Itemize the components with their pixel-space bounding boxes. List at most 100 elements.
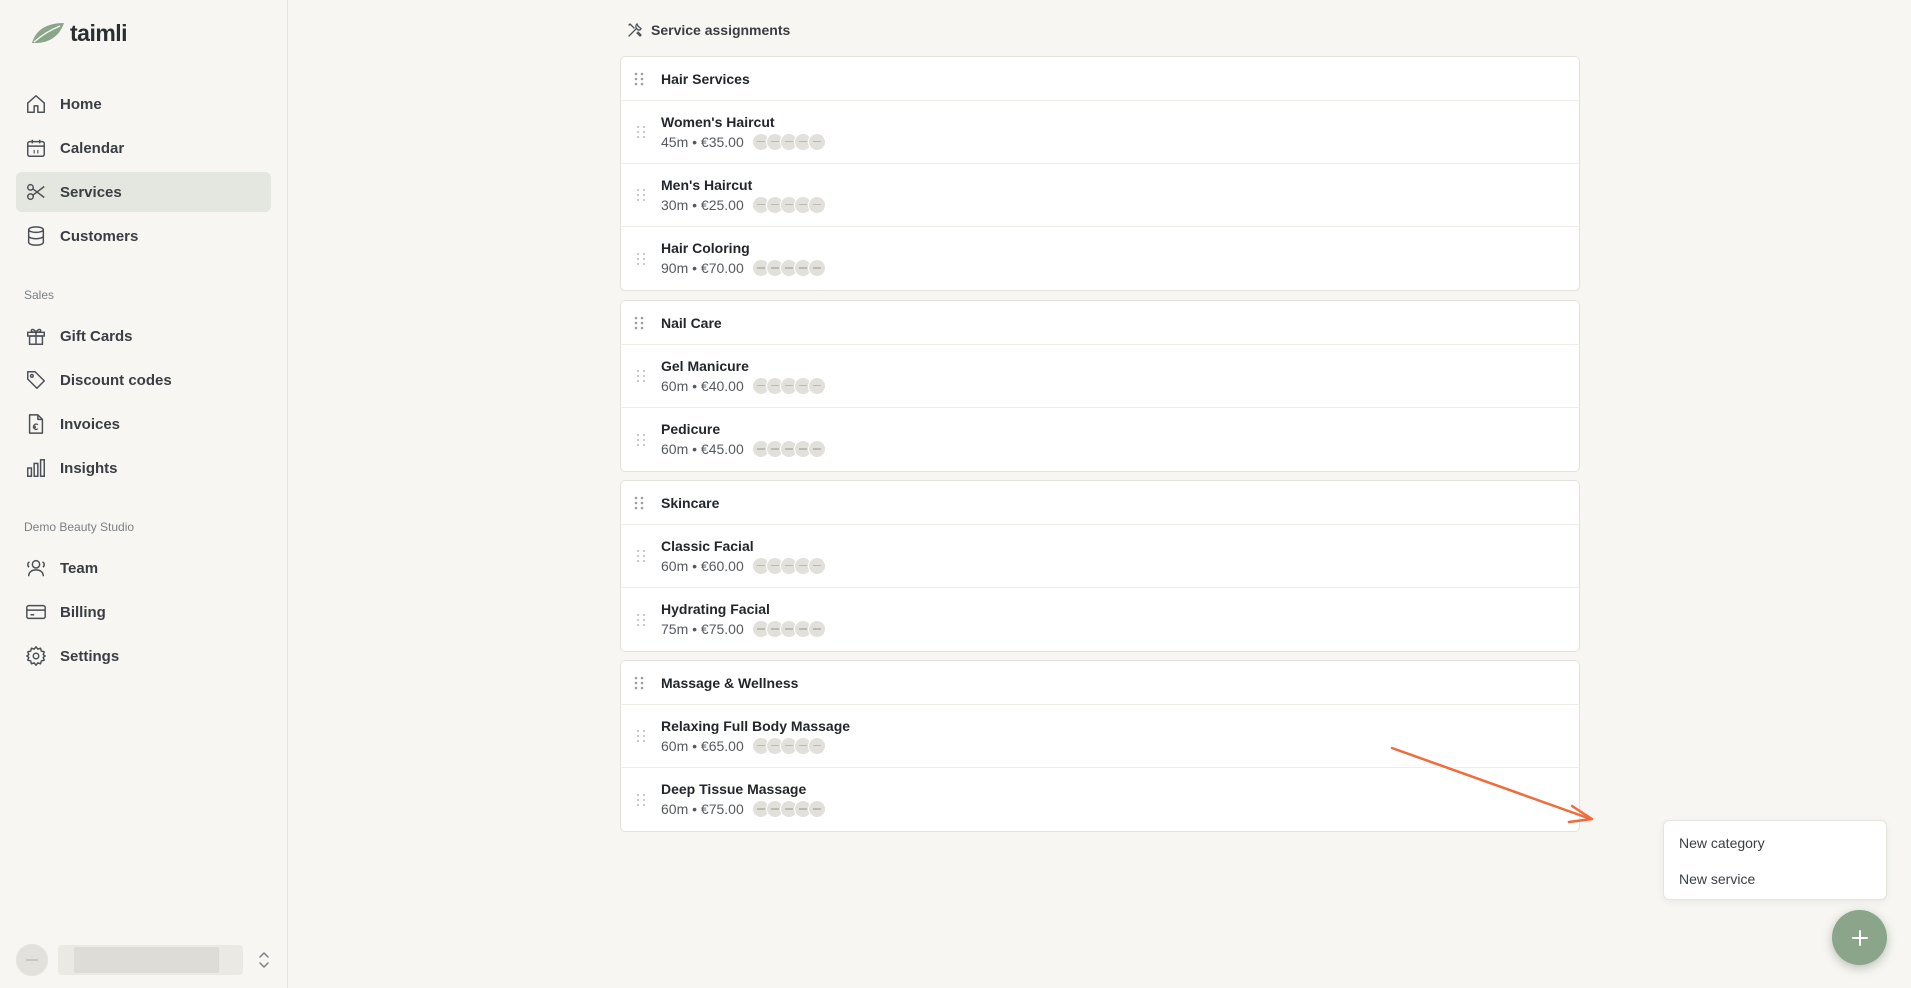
sidebar-item-label: Customers bbox=[60, 227, 139, 245]
drag-handle-icon[interactable] bbox=[633, 675, 645, 691]
service-row[interactable]: Men's Haircut 30m • €25.00 bbox=[621, 164, 1579, 227]
service-name: Men's Haircut bbox=[661, 176, 753, 193]
sidebar-item-label: Insights bbox=[60, 459, 118, 477]
drag-handle-icon[interactable] bbox=[635, 368, 647, 384]
service-row[interactable]: Classic Facial 60m • €60.00 bbox=[621, 525, 1579, 588]
sidebar-item-label: Discount codes bbox=[60, 371, 172, 389]
service-name: Hair Coloring bbox=[661, 240, 750, 256]
org-section-label: Demo Beauty Studio bbox=[24, 520, 135, 534]
staff-avatars bbox=[751, 800, 826, 818]
drag-handle-icon[interactable] bbox=[635, 187, 647, 203]
credit-card-icon bbox=[24, 600, 48, 624]
sidebar-item-home[interactable]: Home bbox=[16, 84, 271, 124]
sidebar-item-label: Calendar bbox=[60, 139, 125, 157]
category-name[interactable]: Hair Services bbox=[661, 71, 750, 87]
service-row[interactable]: Hydrating Facial 75m • €75.00 bbox=[621, 588, 1579, 651]
service-name: Gel Manicure bbox=[661, 357, 749, 374]
drag-handle-icon[interactable] bbox=[635, 728, 647, 744]
sidebar-item-customers[interactable]: Customers bbox=[16, 216, 271, 256]
staff-avatars bbox=[751, 556, 826, 575]
drag-handle-icon[interactable] bbox=[633, 495, 645, 511]
sidebar: taimli Home Calendar Services Customers … bbox=[0, 0, 288, 988]
service-row[interactable]: Deep Tissue Massage 60m • €75.00 bbox=[621, 768, 1579, 831]
sidebar-item-label: Billing bbox=[60, 603, 106, 621]
service-duration-price: 60m • €65.00 bbox=[661, 737, 744, 754]
category-card: Skincare Classic Facial 60m • €60.00 Hyd… bbox=[620, 480, 1580, 652]
service-row[interactable]: Relaxing Full Body Massage 60m • €65.00 bbox=[621, 705, 1579, 768]
plus-icon bbox=[1851, 929, 1868, 946]
sidebar-item-settings[interactable]: Settings bbox=[16, 636, 271, 676]
bar-chart-icon bbox=[24, 456, 48, 480]
sidebar-item-calendar[interactable]: Calendar bbox=[16, 128, 271, 168]
create-menu: New category New service bbox=[1663, 820, 1887, 900]
add-fab-button[interactable] bbox=[1832, 910, 1887, 965]
category-header: Hair Services bbox=[621, 57, 1579, 101]
user-switcher[interactable] bbox=[16, 944, 272, 976]
users-icon bbox=[24, 556, 48, 580]
category-card: Hair Services Women's Haircut 45m • €35.… bbox=[620, 56, 1580, 291]
category-card: Massage & Wellness Relaxing Full Body Ma… bbox=[620, 660, 1580, 832]
drag-handle-icon[interactable] bbox=[633, 71, 645, 87]
home-icon bbox=[24, 92, 48, 116]
sidebar-item-billing[interactable]: Billing bbox=[16, 592, 271, 632]
sidebar-item-services[interactable]: Services bbox=[16, 172, 271, 212]
service-name: Women's Haircut bbox=[661, 113, 775, 130]
service-duration-price: 30m • €25.00 bbox=[661, 196, 744, 213]
category-card: Nail Care Gel Manicure 60m • €40.00 Pedi… bbox=[620, 300, 1580, 472]
sidebar-item-insights[interactable]: Insights bbox=[16, 448, 271, 488]
logo[interactable]: taimli bbox=[30, 19, 128, 46]
sidebar-item-label: Home bbox=[60, 95, 102, 113]
sidebar-item-gift-cards[interactable]: Gift Cards bbox=[16, 316, 271, 356]
drag-handle-icon[interactable] bbox=[633, 315, 645, 331]
chevron-up-down-icon bbox=[259, 952, 269, 968]
service-name: Pedicure bbox=[661, 421, 721, 437]
service-name: Relaxing Full Body Massage bbox=[661, 717, 851, 734]
sidebar-item-discount-codes[interactable]: Discount codes bbox=[16, 360, 271, 400]
service-row[interactable]: Hair Coloring 90m • €70.00 bbox=[621, 227, 1579, 290]
drag-handle-icon[interactable] bbox=[635, 124, 647, 140]
staff-avatars bbox=[751, 259, 826, 277]
staff-avatars bbox=[751, 440, 826, 458]
sidebar-item-label: Services bbox=[60, 183, 122, 201]
category-name[interactable]: Skincare bbox=[661, 495, 719, 511]
service-duration-price: 60m • €40.00 bbox=[661, 377, 744, 394]
menu-item-new-service[interactable]: New service bbox=[1664, 861, 1886, 897]
menu-item-new-category[interactable]: New category bbox=[1664, 825, 1886, 861]
drag-handle-icon[interactable] bbox=[635, 612, 647, 628]
sidebar-item-invoices[interactable]: Invoices bbox=[16, 404, 271, 444]
service-duration-price: 60m • €45.00 bbox=[661, 441, 744, 457]
sidebar-item-label: Team bbox=[60, 559, 99, 577]
service-row[interactable]: Women's Haircut 45m • €35.00 bbox=[621, 101, 1579, 164]
brand-name: taimli bbox=[70, 19, 128, 46]
leaf-logo-icon bbox=[32, 23, 64, 43]
gift-icon bbox=[24, 324, 48, 348]
sidebar-item-label: Settings bbox=[60, 647, 120, 665]
avatar bbox=[16, 944, 48, 976]
category-header: Skincare bbox=[621, 481, 1579, 525]
category-header: Nail Care bbox=[621, 301, 1579, 345]
drag-handle-icon[interactable] bbox=[635, 792, 647, 808]
section-title: Service assignments bbox=[651, 22, 791, 38]
sidebar-item-team[interactable]: Team bbox=[16, 548, 271, 588]
tools-icon bbox=[628, 22, 642, 37]
category-name[interactable]: Massage & Wellness bbox=[661, 675, 798, 691]
staff-avatars bbox=[751, 736, 826, 755]
sidebar-item-label: Gift Cards bbox=[60, 327, 133, 345]
service-duration-price: 90m • €70.00 bbox=[661, 260, 744, 276]
service-row[interactable]: Gel Manicure 60m • €40.00 bbox=[621, 345, 1579, 408]
drag-handle-icon[interactable] bbox=[635, 548, 647, 564]
staff-avatars bbox=[751, 195, 826, 214]
staff-avatars bbox=[751, 376, 826, 395]
service-duration-price: 75m • €75.00 bbox=[661, 621, 744, 637]
database-icon bbox=[24, 224, 48, 248]
drag-handle-icon[interactable] bbox=[635, 251, 647, 267]
service-row[interactable]: Pedicure 60m • €45.00 bbox=[621, 408, 1579, 471]
category-name[interactable]: Nail Care bbox=[661, 315, 722, 331]
sidebar-item-label: Invoices bbox=[60, 415, 121, 433]
staff-avatars bbox=[751, 620, 826, 638]
tag-icon bbox=[24, 368, 48, 392]
sales-section-label: Sales bbox=[24, 288, 55, 302]
drag-handle-icon[interactable] bbox=[635, 432, 647, 448]
user-name-redacted bbox=[58, 945, 243, 975]
category-header: Massage & Wellness bbox=[621, 661, 1579, 705]
